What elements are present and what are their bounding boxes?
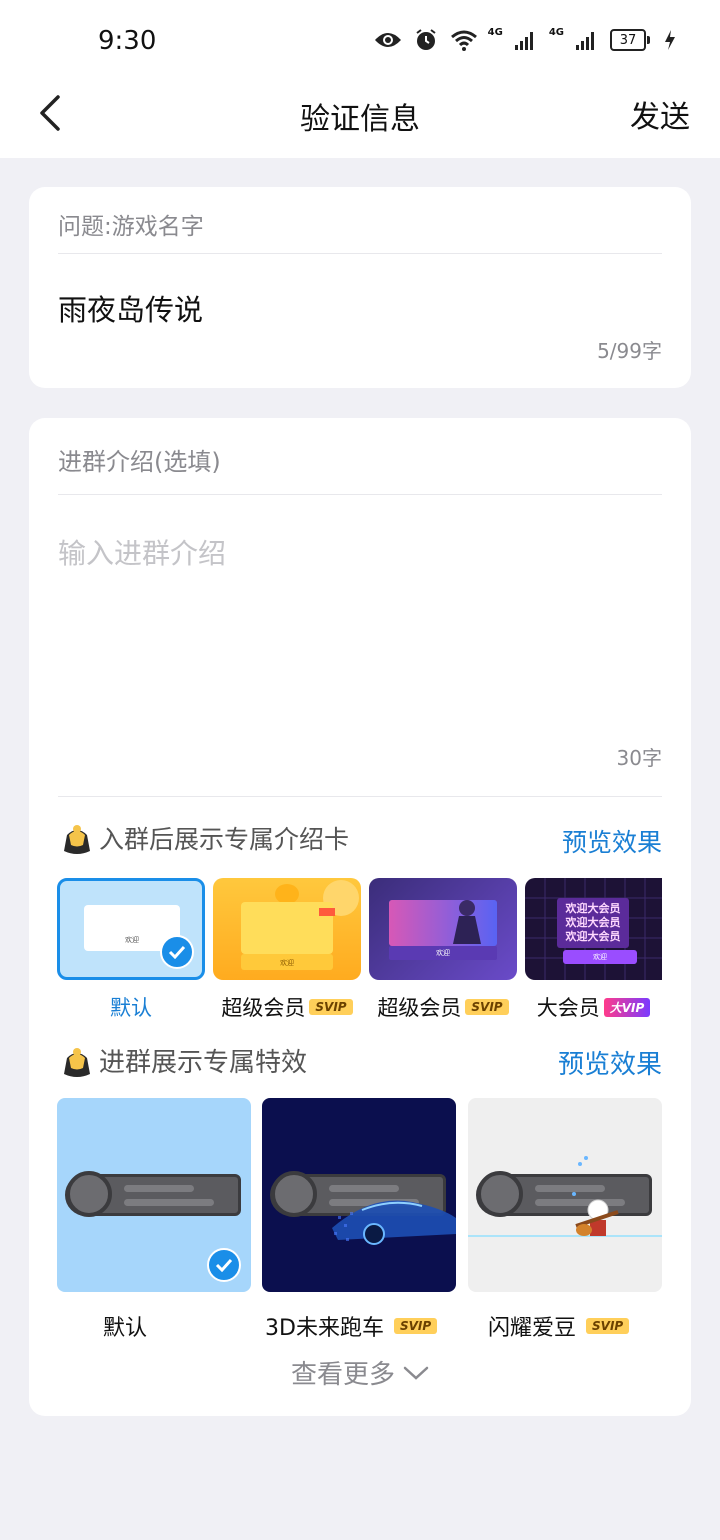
entry-effect-3d-car[interactable] xyxy=(262,1098,456,1292)
template-name: 默认 xyxy=(110,996,152,1020)
svip-badge: SVIP xyxy=(393,1318,438,1334)
network-type-2: 4G xyxy=(548,26,564,38)
svip-badge: SVIP xyxy=(586,1318,630,1334)
network-type-1: 4G xyxy=(487,26,503,38)
intro-input[interactable]: 输入进群介绍 xyxy=(58,532,226,572)
nav-header: 验证信息 发送 xyxy=(0,80,720,158)
entry-effect-label: 默认 xyxy=(103,1310,147,1342)
view-more-label: 查看更多 xyxy=(290,1360,395,1390)
alarm-icon xyxy=(412,26,440,54)
section-title-text: 入群后展示专属介绍卡 xyxy=(99,825,350,854)
intro-template-label: 超级会员 SVIP xyxy=(213,992,361,1022)
status-icons: 4G 4G 37 xyxy=(374,26,684,54)
template-card-text: 欢迎 xyxy=(436,949,450,957)
eye-icon xyxy=(374,26,402,54)
intro-card: 进群介绍(选填) 输入进群介绍 30字 入群后展示专属介绍卡 预览效果 欢迎 默… xyxy=(29,418,691,1416)
wifi-icon xyxy=(450,26,478,54)
bubble-line xyxy=(124,1199,214,1206)
intro-template-preview-link[interactable]: 预览效果 xyxy=(562,823,662,859)
template-name: 超级会员 xyxy=(377,996,462,1020)
idol-guitar-art xyxy=(468,1156,662,1237)
template-card-button-text: 欢迎 xyxy=(593,953,607,961)
check-icon xyxy=(207,1248,241,1282)
hero-card-art xyxy=(389,900,497,960)
svip-badge: SVIP xyxy=(465,999,509,1015)
intro-template-label: 超级会员 SVIP xyxy=(369,992,517,1022)
intro-template-bigvip[interactable]: 欢迎大会员 欢迎大会员 欢迎大会员 欢迎 xyxy=(525,878,662,980)
intro-label: 进群介绍(选填) xyxy=(58,448,221,476)
send-button[interactable]: 发送 xyxy=(630,92,690,136)
section-title-text: 进群展示专属特效 xyxy=(99,1048,308,1078)
charging-icon xyxy=(656,26,684,54)
signal-icon-2 xyxy=(572,26,600,54)
effect-name: 3D未来跑车 xyxy=(265,1316,384,1341)
entry-effect-label: 3D未来跑车 SVIP xyxy=(265,1310,438,1342)
bubble-line xyxy=(124,1185,194,1192)
avatar xyxy=(66,1171,112,1217)
intro-template-svip-1[interactable]: 欢迎 xyxy=(213,878,361,980)
intro-char-count: 30字 xyxy=(616,746,662,770)
template-card-text: 欢迎 xyxy=(280,959,294,967)
battery-icon: 37 xyxy=(610,29,650,51)
answer-input[interactable]: 雨夜岛传说 xyxy=(58,287,203,329)
question-label: 问题:游戏名字 xyxy=(58,214,204,240)
divider xyxy=(58,494,662,495)
effect-bubble-preview xyxy=(65,1171,241,1217)
entry-effect-default[interactable] xyxy=(57,1098,251,1292)
status-time: 9:30 xyxy=(98,26,157,56)
effect-name: 闪耀爱豆 xyxy=(488,1316,577,1341)
divider xyxy=(58,253,662,254)
intro-template-default[interactable]: 欢迎 xyxy=(57,878,205,980)
divider xyxy=(58,796,662,797)
intro-template-svip-2[interactable]: 欢迎 xyxy=(369,878,517,980)
answer-char-count: 5/99字 xyxy=(597,339,662,363)
sports-car-art xyxy=(332,1200,456,1245)
page-title: 验证信息 xyxy=(300,102,420,137)
crown-icon xyxy=(64,1047,90,1077)
template-name: 大会员 xyxy=(536,996,600,1020)
crown-icon xyxy=(64,825,90,854)
svip-badge: SVIP xyxy=(309,999,353,1015)
signal-icon xyxy=(511,26,539,54)
intro-template-label: 默认 xyxy=(57,992,205,1022)
status-bar: 9:30 4G 4G 37 xyxy=(0,0,720,80)
entry-effect-preview-link[interactable]: 预览效果 xyxy=(558,1044,662,1081)
intro-template-label: 大会员 大VIP xyxy=(525,992,662,1022)
entry-effect-label: 闪耀爱豆 SVIP xyxy=(488,1310,630,1342)
bigvip-badge: 大VIP xyxy=(603,997,651,1017)
question-card: 问题:游戏名字 雨夜岛传说 5/99字 xyxy=(29,187,691,388)
bigvip-card-text: 欢迎大会员 欢迎大会员 欢迎大会员 xyxy=(565,902,621,943)
chevron-down-icon xyxy=(403,1366,429,1380)
template-name: 超级会员 xyxy=(221,996,306,1020)
intro-template-section-title: 入群后展示专属介绍卡 xyxy=(61,820,349,856)
view-more-button[interactable]: 查看更多 xyxy=(29,1354,691,1391)
entry-effect-idol[interactable] xyxy=(468,1098,662,1292)
effect-name: 默认 xyxy=(103,1316,148,1341)
entry-effect-section-title: 进群展示专属特效 xyxy=(61,1042,307,1079)
check-icon xyxy=(160,935,194,969)
